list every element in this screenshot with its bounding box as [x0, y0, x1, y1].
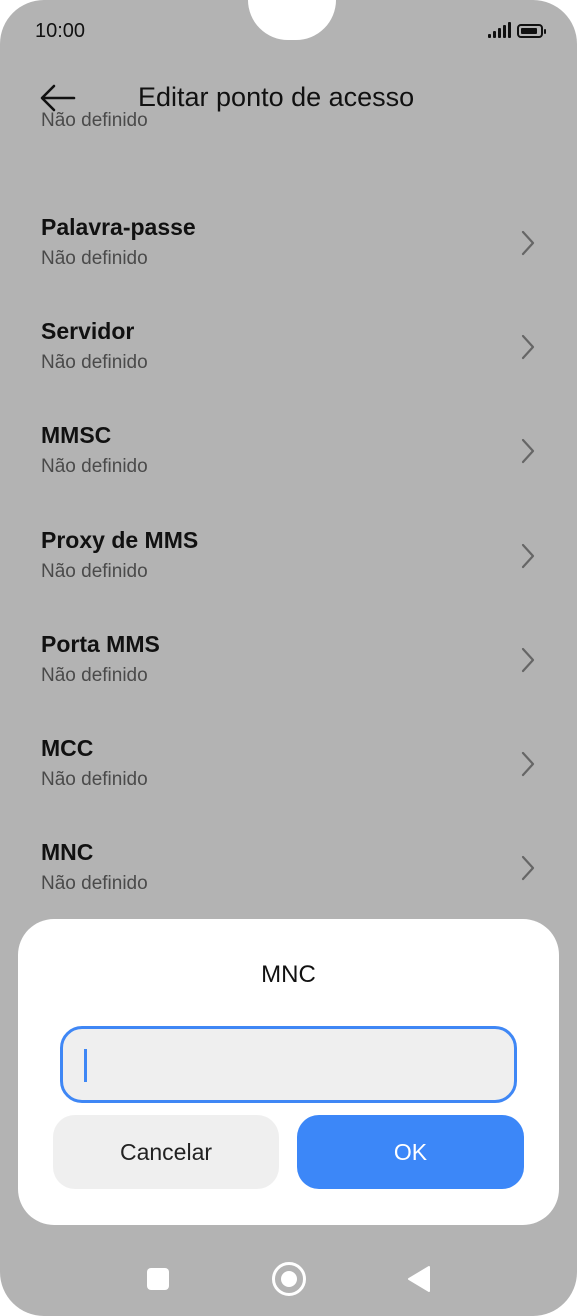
list-item-value: Não definido	[41, 248, 148, 269]
list-item-value: Não definido	[41, 110, 148, 131]
list-item-label: MNC	[41, 839, 94, 865]
list-item-label: MMSC	[41, 422, 112, 448]
cancel-button[interactable]: Cancelar	[53, 1115, 279, 1189]
signal-icon	[488, 22, 511, 38]
dialog-title: MNC	[261, 961, 316, 988]
list-item-value: Não definido	[41, 769, 148, 790]
edit-dialog: MNC Cancelar OK	[18, 919, 559, 1225]
list-item-label: Proxy de MMS	[41, 527, 199, 553]
status-icons	[488, 22, 546, 38]
list-item-label: Servidor	[41, 318, 135, 344]
settings-list: Não definido Palavra-passe Não definido …	[0, 110, 577, 920]
status-time: 10:00	[35, 20, 86, 42]
list-item-mcc[interactable]: MCC Não definido	[0, 735, 577, 839]
phone-screen: 10:00 Editar ponto de acesso Não definid…	[0, 0, 577, 1316]
list-item-label: MCC	[41, 735, 94, 761]
list-item-servidor[interactable]: Servidor Não definido	[0, 318, 577, 422]
list-item-mnc[interactable]: MNC Não definido	[0, 839, 577, 920]
ok-button[interactable]: OK	[297, 1115, 524, 1189]
chevron-right-icon	[521, 751, 535, 777]
mnc-input[interactable]	[60, 1026, 517, 1103]
list-item-value: Não definido	[41, 456, 148, 477]
chevron-right-icon	[521, 855, 535, 881]
list-item-value: Não definido	[41, 665, 148, 686]
list-item-partial[interactable]: Não definido	[0, 110, 577, 180]
list-item-value: Não definido	[41, 561, 148, 582]
circle-home-icon[interactable]	[272, 1262, 306, 1296]
navigation-bar	[0, 1240, 577, 1316]
chevron-right-icon	[521, 438, 535, 464]
page-title: Editar ponto de acesso	[138, 82, 415, 112]
list-item-proxy-mms[interactable]: Proxy de MMS Não definido	[0, 527, 577, 631]
list-item-label: Palavra-passe	[41, 214, 196, 240]
square-recents-icon[interactable]	[147, 1268, 169, 1290]
list-item-palavra-passe[interactable]: Palavra-passe Não definido	[0, 214, 577, 318]
status-bar: 10:00	[0, 0, 577, 64]
triangle-back-icon[interactable]	[406, 1264, 432, 1294]
battery-icon	[517, 24, 546, 38]
list-item-value: Não definido	[41, 873, 148, 894]
list-item-label: Porta MMS	[41, 631, 160, 657]
chevron-right-icon	[521, 334, 535, 360]
text-cursor	[84, 1049, 87, 1082]
chevron-right-icon	[521, 647, 535, 673]
list-item-porta-mms[interactable]: Porta MMS Não definido	[0, 631, 577, 735]
list-item-value: Não definido	[41, 352, 148, 373]
chevron-right-icon	[521, 230, 535, 256]
chevron-right-icon	[521, 543, 535, 569]
list-item-mmsc[interactable]: MMSC Não definido	[0, 422, 577, 526]
